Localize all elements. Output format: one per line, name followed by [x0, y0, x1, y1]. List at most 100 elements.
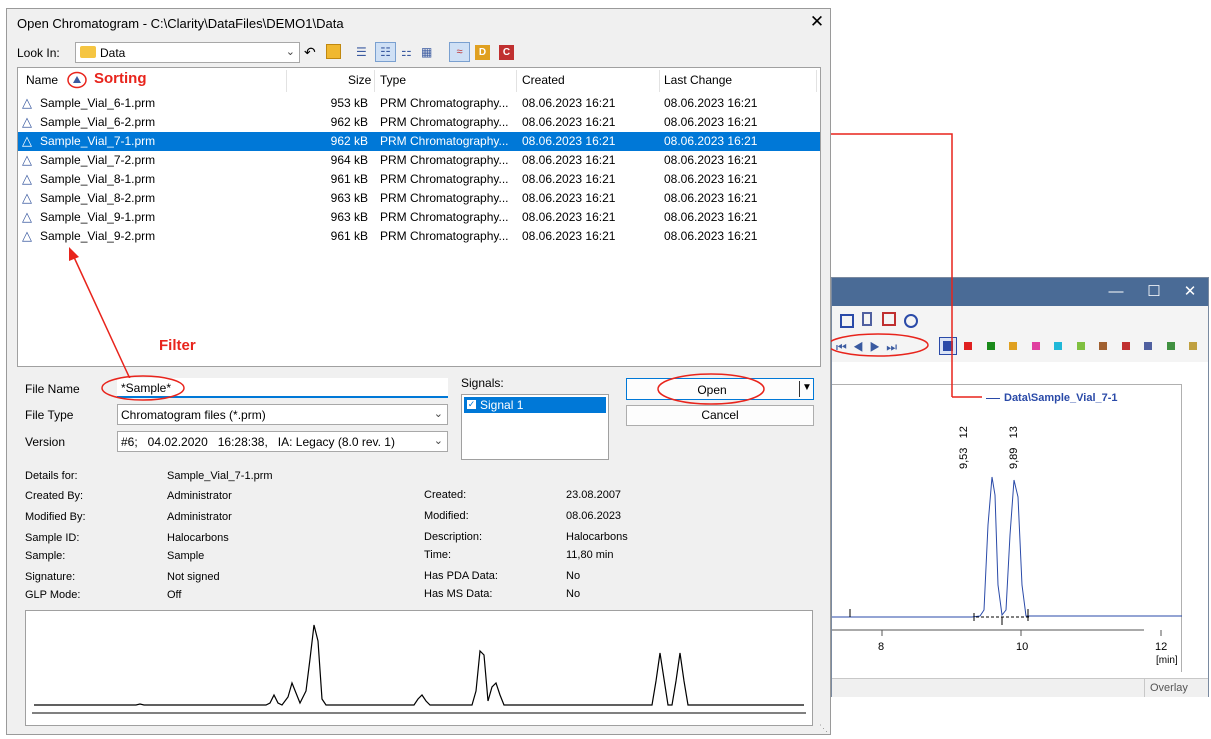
- resize-grip-icon[interactable]: ⋱: [819, 723, 828, 734]
- file-created: 08.06.2023 16:21: [522, 229, 616, 243]
- chevron-down-icon: ⌄: [433, 435, 443, 447]
- detail-value: No: [566, 570, 581, 582]
- chromatogram-file-icon: △: [22, 228, 32, 243]
- detail-label: Modified By:: [25, 511, 86, 523]
- file-last-change: 08.06.2023 16:21: [664, 191, 758, 205]
- cancel-button[interactable]: Cancel: [626, 405, 814, 426]
- column-header-last-change[interactable]: Last Change: [664, 73, 732, 87]
- file-created: 08.06.2023 16:21: [522, 191, 616, 205]
- file-name: Sample_Vial_6-2.prm: [40, 115, 156, 129]
- detail-value: No: [566, 588, 581, 600]
- file-name-highlight-ellipse: [101, 375, 185, 401]
- file-type: PRM Chromatography...: [380, 96, 509, 110]
- file-last-change: 08.06.2023 16:21: [664, 115, 758, 129]
- file-size: 962 kB: [330, 115, 368, 129]
- color-swatch[interactable]: [1144, 342, 1152, 350]
- file-size: 961 kB: [330, 172, 368, 186]
- file-last-change: 08.06.2023 16:21: [664, 229, 758, 243]
- peak-time: 9,53: [958, 447, 970, 469]
- column-header-created[interactable]: Created: [522, 73, 565, 87]
- open-chromatogram-dialog: Open Chromatogram - C:\Clarity\DataFiles…: [6, 8, 831, 735]
- color-swatch[interactable]: [1166, 342, 1175, 350]
- file-row[interactable]: △ Sample_Vial_7-1.prm 962 kB PRM Chromatogr…: [18, 132, 820, 151]
- checkbox-checked-icon[interactable]: ✓: [466, 399, 477, 410]
- color-swatch[interactable]: [1054, 342, 1062, 350]
- minimize-icon[interactable]: —: [1098, 278, 1134, 306]
- peak-number: 12: [958, 426, 970, 439]
- file-created: 08.06.2023 16:21: [522, 172, 616, 186]
- file-row[interactable]: △ Sample_Vial_9-1.prm 963 kB PRM Chromatogr…: [18, 208, 820, 227]
- look-in-value: Data: [100, 46, 126, 60]
- view-details-icon[interactable]: ☷: [375, 42, 396, 62]
- detail-label: GLP Mode:: [25, 589, 81, 601]
- detail-value: Halocarbons: [566, 531, 628, 543]
- close-icon[interactable]: ✕: [807, 12, 827, 32]
- dialog-title: Open Chromatogram - C:\Clarity\DataFiles…: [17, 16, 344, 31]
- signal-item[interactable]: ✓ Signal 1: [464, 397, 606, 413]
- signals-list[interactable]: ✓ Signal 1: [461, 394, 609, 460]
- color-swatch[interactable]: [1031, 342, 1040, 350]
- file-created: 08.06.2023 16:21: [522, 96, 616, 110]
- file-created: 08.06.2023 16:21: [522, 115, 616, 129]
- data-filter-icon[interactable]: D: [475, 45, 490, 60]
- close-icon[interactable]: ✕: [1172, 278, 1208, 306]
- file-row[interactable]: △ Sample_Vial_8-2.prm 963 kB PRM Chromatogr…: [18, 189, 820, 208]
- maximize-icon[interactable]: ☐: [1136, 278, 1172, 306]
- annotation-arrow-legend: [818, 129, 982, 398]
- detail-value: Administrator: [167, 511, 232, 523]
- up-folder-icon[interactable]: [326, 44, 341, 59]
- file-type: PRM Chromatography...: [380, 153, 509, 167]
- chevron-down-icon: ⌄: [285, 46, 295, 58]
- chromatogram-filter-icon[interactable]: ≈: [449, 42, 470, 62]
- file-row[interactable]: △ Sample_Vial_6-1.prm 953 kB PRM Chromatogr…: [18, 94, 820, 113]
- view-list-icon[interactable]: ☰: [356, 45, 370, 59]
- version-combo[interactable]: #6; 04.02.2020 16:28:38, IA: Legacy (8.0…: [117, 431, 448, 452]
- look-in-combo[interactable]: Data ⌄: [75, 42, 300, 63]
- file-created: 08.06.2023 16:21: [522, 134, 616, 148]
- caret-down-icon[interactable]: ▼: [802, 382, 812, 393]
- column-header-type[interactable]: Type: [380, 73, 406, 87]
- file-last-change: 08.06.2023 16:21: [664, 96, 758, 110]
- folder-icon: [80, 46, 96, 58]
- detail-value: Administrator: [167, 490, 232, 502]
- file-name: Sample_Vial_7-2.prm: [40, 153, 156, 167]
- filter-annotation: Filter: [159, 337, 196, 354]
- file-type: PRM Chromatography...: [380, 229, 509, 243]
- chromatogram-file-icon: △: [22, 95, 32, 110]
- sort-ascending-icon[interactable]: [66, 71, 88, 89]
- file-last-change: 08.06.2023 16:21: [664, 134, 758, 148]
- color-swatch[interactable]: [1189, 342, 1197, 350]
- color-swatch[interactable]: [1076, 342, 1085, 350]
- file-size: 962 kB: [330, 134, 368, 148]
- x-tick-label: 8: [878, 641, 885, 653]
- file-type-combo[interactable]: Chromatogram files (*.prm) ⌄: [117, 404, 448, 425]
- column-header-size[interactable]: Size: [348, 73, 371, 87]
- open-button-highlight-ellipse: [657, 373, 765, 405]
- detail-label: Details for:: [25, 470, 78, 482]
- chromatogram-file-icon: △: [22, 190, 32, 205]
- detail-value: Not signed: [167, 571, 220, 583]
- color-swatch[interactable]: [1009, 342, 1017, 350]
- file-type-value: Chromatogram files (*.prm): [121, 408, 266, 422]
- signals-label: Signals:: [461, 376, 504, 390]
- file-size: 961 kB: [330, 229, 368, 243]
- detail-label: Sample ID:: [25, 532, 80, 544]
- chromatogram-file-icon: △: [22, 114, 32, 129]
- chromatogram-file-icon: △: [22, 171, 32, 186]
- peak-time: 9,89: [1008, 447, 1020, 469]
- color-swatch[interactable]: [1121, 342, 1130, 350]
- calibration-filter-icon[interactable]: C: [499, 45, 514, 60]
- column-header-name[interactable]: Name: [26, 73, 58, 87]
- status-bar: Overlay: [832, 678, 1208, 697]
- back-icon[interactable]: ↶: [304, 44, 316, 61]
- file-row[interactable]: △ Sample_Vial_8-1.prm 961 kB PRM Chromatogr…: [18, 170, 820, 189]
- file-type: PRM Chromatography...: [380, 115, 509, 129]
- detail-value: 11,80 min: [566, 549, 614, 561]
- overlay-status[interactable]: Overlay: [1150, 682, 1188, 694]
- view-tree-icon[interactable]: ⚏: [401, 45, 412, 59]
- file-row[interactable]: △ Sample_Vial_6-2.prm 962 kB PRM Chromatogr…: [18, 113, 820, 132]
- file-row[interactable]: △ Sample_Vial_7-2.prm 964 kB PRM Chromatogr…: [18, 151, 820, 170]
- view-icons-icon[interactable]: ▦: [421, 45, 432, 59]
- x-tick-label: 10: [1016, 641, 1029, 653]
- color-swatch[interactable]: [1099, 342, 1107, 350]
